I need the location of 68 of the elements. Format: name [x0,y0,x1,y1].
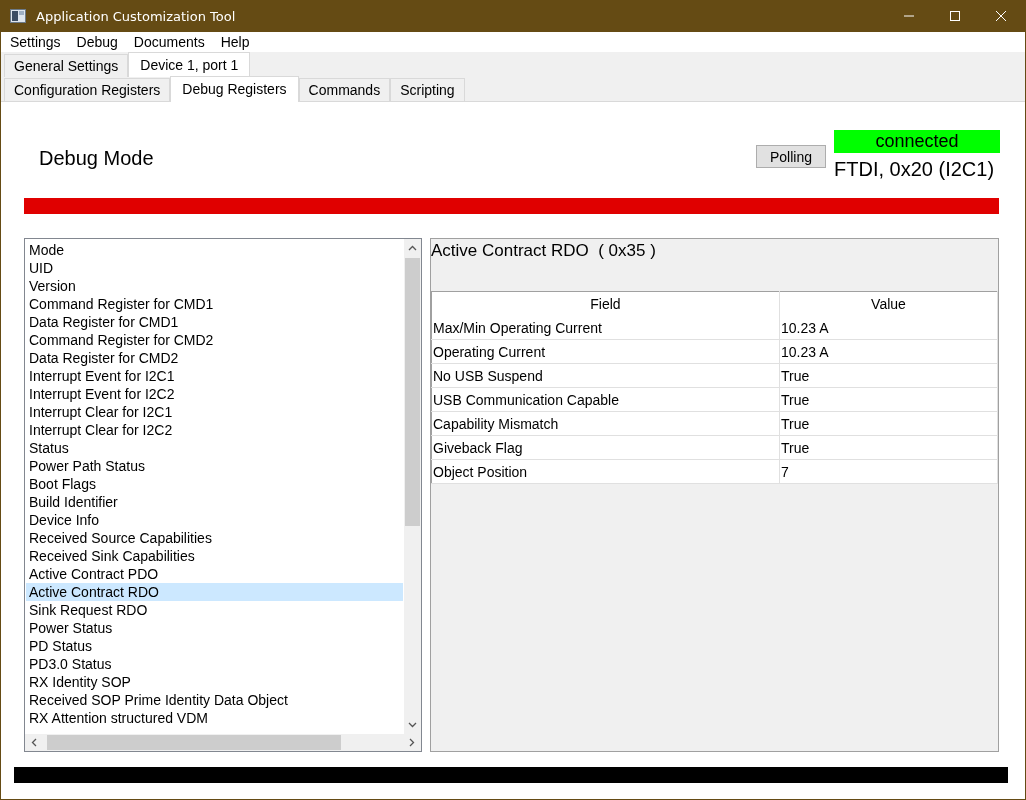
register-item[interactable]: RX Attention structured VDM [26,709,403,727]
table-cell: Capability Mismatch [431,411,780,436]
register-item[interactable]: Data Register for CMD1 [26,313,403,331]
window-icon [10,9,26,23]
maximize-icon[interactable] [949,10,961,22]
scroll-left-icon[interactable] [31,738,37,747]
register-item[interactable]: Sink Request RDO [26,601,403,619]
table-cell: 7 [779,459,998,484]
register-item[interactable]: Interrupt Clear for I2C1 [26,403,403,421]
menu-item[interactable]: Documents [133,34,205,50]
scroll-down-icon[interactable] [408,722,417,728]
table-cell: Object Position [431,459,780,484]
register-item[interactable]: Command Register for CMD2 [26,331,403,349]
register-title: Active Contract RDO ( 0x35 ) [431,241,656,261]
menu-item[interactable]: Help [220,34,250,50]
register-item[interactable]: Active Contract RDO [26,583,403,601]
register-item[interactable]: Version [26,277,403,295]
tab[interactable]: Configuration Registers [4,78,171,101]
register-item[interactable]: Mode [26,241,403,259]
scroll-right-icon[interactable] [409,738,415,747]
close-icon[interactable] [995,10,1007,22]
register-item[interactable]: Received Sink Capabilities [26,547,403,565]
table-cell: True [779,435,998,460]
table-cell: True [779,363,998,388]
horizontal-scrollbar[interactable] [25,734,421,751]
register-item[interactable]: Device Info [26,511,403,529]
register-item[interactable]: PD Status [26,637,403,655]
table-cell: Operating Current [431,339,780,364]
register-item[interactable]: Power Path Status [26,457,403,475]
table-cell: True [779,411,998,436]
tab[interactable]: Device 1, port 1 [128,52,251,78]
register-item[interactable]: Interrupt Event for I2C1 [26,367,403,385]
window-title: Application Customization Tool [36,8,236,24]
table-cell: No USB Suspend [431,363,780,388]
tab[interactable]: Debug Registers [170,76,299,102]
mode-title: Debug Mode [39,147,154,170]
table-cell: USB Communication Capable [431,387,780,412]
register-item[interactable]: Interrupt Event for I2C2 [26,385,403,403]
register-item[interactable]: Data Register for CMD2 [26,349,403,367]
menu-item[interactable]: Debug [76,34,118,50]
register-item[interactable]: Boot Flags [26,475,403,493]
register-item[interactable]: Command Register for CMD1 [26,295,403,313]
register-item[interactable]: Received Source Capabilities [26,529,403,547]
column-header: Field [431,291,780,316]
tab[interactable]: General Settings [4,54,129,77]
tab[interactable]: Scripting [390,78,465,101]
polling-button[interactable]: Polling [755,145,826,168]
tab[interactable]: Commands [298,78,391,101]
register-item[interactable]: RX Identity SOP [26,673,403,691]
table-cell: Max/Min Operating Current [431,316,780,340]
register-item[interactable]: Build Identifier [26,493,403,511]
table-cell: Giveback Flag [431,435,780,460]
register-item[interactable]: Active Contract PDO [26,565,403,583]
connection-status: connected [834,130,1000,153]
table-cell: 10.23 A [779,316,998,340]
register-item[interactable]: PD3.0 Status [26,655,403,673]
table-cell: True [779,387,998,412]
column-header: Value [779,291,998,316]
register-item[interactable]: Received SOP Prime Identity Data Object [26,691,403,709]
register-item[interactable]: Interrupt Clear for I2C2 [26,421,403,439]
connection-info: FTDI, 0x20 (I2C1) [834,158,996,181]
register-item[interactable]: Power Status [26,619,403,637]
register-item[interactable]: UID [26,259,403,277]
register-item[interactable]: Status [26,439,403,457]
menu-item[interactable]: Settings [10,34,61,50]
table-cell: 10.23 A [779,339,998,364]
scroll-up-icon[interactable] [408,245,417,251]
vertical-scrollbar[interactable] [404,239,421,734]
